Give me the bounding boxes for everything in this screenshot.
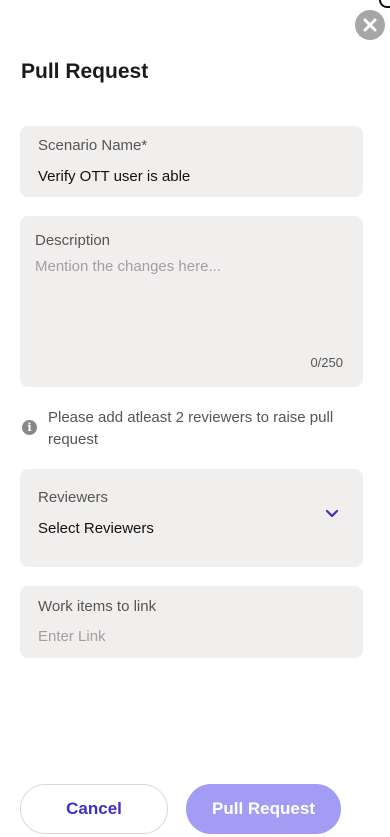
description-label: Description [35,232,111,249]
pull-request-panel: Pull Request Scenario Name* Verify OTT u… [0,0,390,837]
reviewers-dropdown[interactable]: Reviewers Select Reviewers [20,469,363,567]
cancel-button[interactable]: Cancel [20,784,168,834]
character-counter: 0/250 [310,355,343,370]
reviewers-selected-value: Select Reviewers [38,520,154,537]
chevron-down-icon[interactable] [325,509,339,519]
reviewer-info-text: Please add atleast 2 reviewers to raise … [48,409,334,448]
corner-decoration [379,0,390,8]
info-icon: i [22,420,37,435]
reviewers-label: Reviewers [38,489,109,506]
close-button[interactable] [355,10,385,40]
description-input[interactable] [35,258,345,348]
page-title: Pull Request [21,60,149,83]
work-items-link-input[interactable] [38,628,338,645]
description-field: Description 0/250 [20,216,363,387]
scenario-name-value[interactable]: Verify OTT user is able [38,168,190,185]
scenario-name-label: Scenario Name* [38,137,148,154]
work-items-label: Work items to link [38,598,157,615]
scenario-name-field[interactable]: Scenario Name* Verify OTT user is able [20,126,363,197]
pull-request-submit-button[interactable]: Pull Request [186,784,341,834]
reviewer-info-message: i Please add atleast 2 reviewers to rais… [22,405,367,449]
work-items-field: Work items to link [20,586,363,658]
close-icon [363,18,377,32]
